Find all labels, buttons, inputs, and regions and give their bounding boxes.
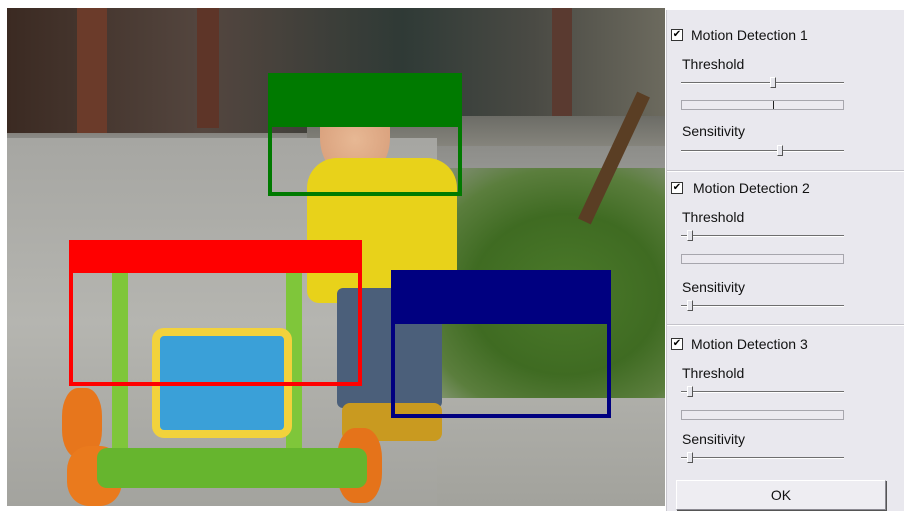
slider-thumb[interactable] (687, 300, 693, 311)
motion-region-2[interactable] (69, 240, 362, 386)
motion-settings-panel: ✔ Motion Detection 1 Threshold Sensitivi… (666, 10, 904, 511)
motion-3-sensitivity-label: Sensitivity (682, 431, 746, 447)
motion-2-checkbox[interactable]: ✔ (671, 182, 683, 194)
motion-1-title: Motion Detection 1 (691, 27, 808, 43)
motion-region-2-title-bar[interactable] (70, 241, 361, 273)
motion-1-sensitivity-label: Sensitivity (682, 123, 746, 139)
slider-track (681, 235, 844, 237)
motion-region-3[interactable] (391, 270, 611, 418)
motion-group-2: ✔ Motion Detection 2 Threshold Sensitivi… (667, 172, 904, 326)
motion-2-threshold-slider[interactable] (681, 230, 844, 241)
motion-3-sensitivity-slider[interactable] (681, 452, 844, 463)
motion-2-title: Motion Detection 2 (693, 180, 810, 196)
motion-1-checkbox[interactable]: ✔ (671, 29, 683, 41)
walker-base (97, 448, 367, 488)
motion-1-sensitivity-slider[interactable] (681, 145, 844, 156)
motion-2-level-meter (681, 254, 844, 264)
motion-1-threshold-label: Threshold (682, 56, 745, 72)
motion-3-title: Motion Detection 3 (691, 336, 808, 352)
motion-3-level-meter (681, 410, 844, 420)
motion-2-sensitivity-label: Sensitivity (682, 279, 746, 295)
motion-1-threshold-slider[interactable] (681, 77, 844, 88)
motion-region-3-title-bar[interactable] (392, 271, 610, 324)
motion-2-sensitivity-slider[interactable] (681, 300, 844, 311)
motion-region-1-title-bar[interactable] (269, 74, 461, 127)
slider-track (681, 82, 844, 84)
slider-thumb[interactable] (687, 386, 693, 397)
pillar-right (552, 8, 572, 128)
slider-track (681, 457, 844, 459)
slider-thumb[interactable] (687, 230, 693, 241)
motion-2-threshold-label: Threshold (682, 209, 745, 225)
motion-level-marker (773, 101, 774, 109)
motion-group-1: ✔ Motion Detection 1 Threshold Sensitivi… (667, 10, 904, 172)
ok-button[interactable]: OK (676, 480, 886, 510)
pillar-left (77, 8, 107, 133)
slider-thumb[interactable] (770, 77, 776, 88)
camera-preview (7, 8, 665, 506)
motion-group-3: ✔ Motion Detection 3 Threshold Sensitivi… (667, 326, 904, 476)
slider-track (681, 391, 844, 393)
slider-thumb[interactable] (687, 452, 693, 463)
slider-thumb[interactable] (777, 145, 783, 156)
pillar-mid (197, 8, 219, 128)
motion-1-level-meter (681, 100, 844, 110)
motion-3-threshold-slider[interactable] (681, 386, 844, 397)
motion-region-1[interactable] (268, 73, 462, 196)
motion-3-threshold-label: Threshold (682, 365, 745, 381)
slider-track (681, 305, 844, 307)
slider-track (681, 150, 844, 152)
motion-3-checkbox[interactable]: ✔ (671, 338, 683, 350)
